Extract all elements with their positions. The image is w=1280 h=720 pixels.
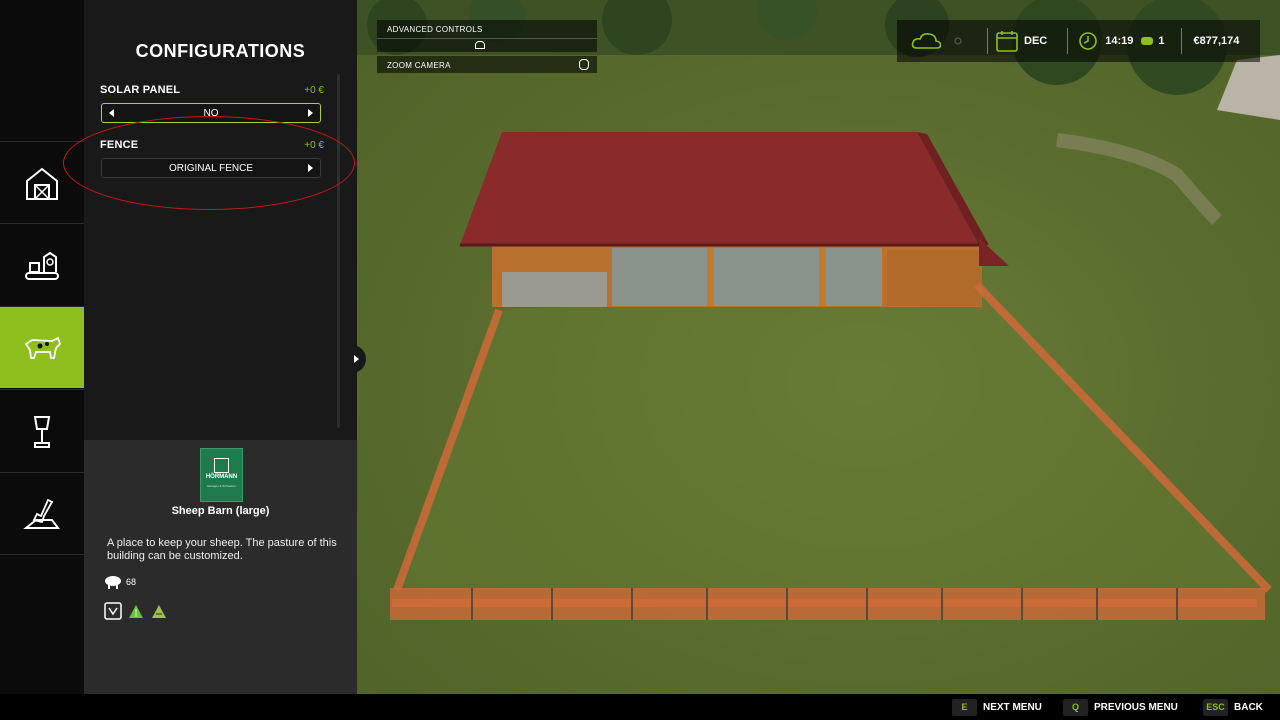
item-info-panel: HÖRMANN Garagen & Schwerter Sheep Barn (… xyxy=(84,440,357,694)
sheep-icon xyxy=(105,576,121,589)
game-viewport[interactable]: ADVANCED CONTROLS ZOOM CAMERA xyxy=(357,0,1280,694)
calendar-icon xyxy=(996,31,1018,52)
rail-item-production[interactable] xyxy=(0,223,84,305)
cloud-icon xyxy=(911,33,942,49)
next-menu-label: NEXT MENU xyxy=(983,702,1042,713)
brand-subtitle: Garagen & Schwerter xyxy=(207,484,236,488)
capacity-value: 68 xyxy=(126,577,137,587)
money-text: €877,174 xyxy=(1193,35,1240,47)
lamp-icon xyxy=(33,415,51,448)
advanced-controls-panel[interactable]: ADVANCED CONTROLS xyxy=(377,20,597,52)
solar-panel-selector[interactable]: NO xyxy=(101,103,321,123)
month-text: DEC xyxy=(1024,35,1048,47)
panel-title: CONFIGURATIONS xyxy=(135,41,306,61)
zoom-camera-label: ZOOM CAMERA xyxy=(387,61,451,70)
item-description: A place to keep your sheep. The pasture … xyxy=(107,537,337,562)
arrow-left-icon[interactable] xyxy=(109,109,114,117)
bottom-bar: E NEXT MENU Q PREVIOUS MENU ESC BACK xyxy=(0,694,1280,720)
fence-selector[interactable]: ORIGINAL FENCE xyxy=(101,158,321,178)
previous-menu-label: PREVIOUS MENU xyxy=(1094,702,1178,713)
hay-icon xyxy=(150,602,168,620)
category-rail xyxy=(0,0,90,694)
next-menu-button[interactable]: E NEXT MENU xyxy=(952,699,1042,716)
brand-name: HÖRMANN xyxy=(205,474,238,480)
solar-panel-label: SOLAR PANEL xyxy=(100,84,181,96)
fence-value: ORIGINAL FENCE xyxy=(168,162,254,174)
back-button[interactable]: ESC BACK xyxy=(1203,699,1263,716)
arrow-right-icon[interactable] xyxy=(308,109,313,117)
rail-item-landscaping[interactable] xyxy=(0,472,84,555)
zoom-camera-panel[interactable]: ZOOM CAMERA xyxy=(377,56,597,73)
fence-label: FENCE xyxy=(100,139,139,151)
item-name: Sheep Barn (large) xyxy=(171,505,270,517)
solar-panel-price: +0 € xyxy=(304,85,324,96)
advanced-controls-label: ADVANCED CONTROLS xyxy=(387,25,483,34)
panel-scrollbar[interactable] xyxy=(337,74,340,428)
rail-item-decorations[interactable] xyxy=(0,389,84,471)
production-icon xyxy=(25,251,59,280)
barn-scene xyxy=(357,0,1280,620)
mouse-icon xyxy=(475,41,485,49)
configurations-panel: CONFIGURATIONS SOLAR PANEL +0 € NO FENCE… xyxy=(84,0,357,440)
rail-item-buildings[interactable] xyxy=(0,141,84,223)
previous-menu-button[interactable]: Q PREVIOUS MENU xyxy=(1063,699,1178,716)
rail-item-animals[interactable] xyxy=(0,306,90,388)
clock-icon xyxy=(1079,32,1098,50)
brand-logo: HÖRMANN Garagen & Schwerter xyxy=(200,448,243,502)
key-esc: ESC xyxy=(1203,699,1228,716)
capacity-row: 68 xyxy=(104,575,136,589)
fence-price: +0 € xyxy=(304,140,324,151)
key-e: E xyxy=(952,699,977,716)
sun-icon xyxy=(954,37,962,45)
arrow-right-icon[interactable] xyxy=(308,164,313,172)
speed-text: 1 xyxy=(1158,35,1165,47)
speed-icon xyxy=(1141,37,1154,45)
hud-status-bar: DEC 14:19 1 €877,174 xyxy=(897,20,1260,62)
grass-icon xyxy=(127,602,145,620)
back-label: BACK xyxy=(1234,702,1263,713)
shovel-icon xyxy=(23,498,60,529)
cow-icon xyxy=(24,336,62,359)
solar-panel-value: NO xyxy=(203,107,219,119)
barn-icon xyxy=(26,167,58,200)
key-q: Q xyxy=(1063,699,1088,716)
wool-pallet-icon xyxy=(104,602,122,620)
production-icons xyxy=(104,602,168,620)
mouse-wheel-icon xyxy=(579,59,589,70)
time-text: 14:19 xyxy=(1105,35,1134,47)
